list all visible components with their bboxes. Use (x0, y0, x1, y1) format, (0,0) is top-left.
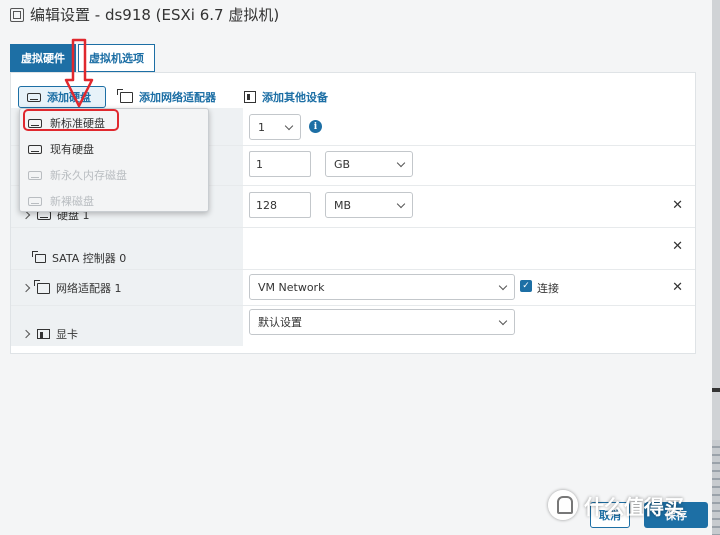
connect-label: 连接 (537, 280, 559, 296)
menu-item-label: 新永久内存磁盘 (50, 169, 127, 182)
disk-unit-value: MB (334, 198, 352, 212)
chevron-right-icon (21, 210, 31, 220)
sata-controller-label-text: SATA 控制器 0 (52, 252, 127, 265)
memory-unit-value: GB (334, 157, 351, 171)
disk-size-input[interactable]: 128 (249, 192, 311, 218)
network-adapter-label[interactable]: 网络适配器 1 (21, 279, 122, 296)
cpu-count-value: 1 (258, 120, 265, 134)
remove-sata-icon[interactable]: ✕ (672, 239, 683, 254)
network-adapter-icon (34, 279, 50, 294)
menu-item-label: 现有硬盘 (50, 143, 94, 156)
annotation-arrow-icon (64, 38, 94, 108)
add-other-device-button[interactable]: 添加其他设备 (236, 86, 336, 108)
info-icon[interactable]: i (309, 120, 322, 133)
network-adapter-label-text: 网络适配器 1 (56, 282, 122, 295)
memory-unit-select[interactable]: GB (325, 151, 413, 177)
network-value: VM Network (258, 280, 325, 294)
chevron-down-icon (498, 281, 508, 291)
connect-checkbox[interactable]: ✓ (520, 280, 532, 292)
edit-settings-dialog: 编辑设置 - ds918 (ESXi 6.7 虚拟机) 虚拟硬件 虚拟机选项 添… (0, 0, 712, 535)
add-network-adapter-button[interactable]: 添加网络适配器 (112, 86, 224, 108)
background-window-edge (712, 0, 720, 535)
sata-controller-label: SATA 控制器 0 (32, 250, 127, 266)
chevron-down-icon (284, 121, 294, 131)
background-list-slivers (712, 440, 720, 535)
hard-disk-icon (28, 144, 42, 154)
dialog-title-text: 编辑设置 - ds918 (ESXi 6.7 虚拟机) (30, 6, 280, 24)
disk-unit-select[interactable]: MB (325, 192, 413, 218)
video-card-row: 显卡 默认设置 (11, 306, 695, 346)
dialog-title: 编辑设置 - ds918 (ESXi 6.7 虚拟机) (10, 4, 279, 25)
video-settings-value: 默认设置 (258, 316, 302, 329)
add-other-label: 添加其他设备 (262, 91, 328, 104)
video-card-label-text: 显卡 (56, 328, 78, 341)
memory-size-input[interactable]: 1 (249, 151, 311, 177)
chevron-down-icon (396, 158, 406, 168)
network-select[interactable]: VM Network (249, 274, 515, 300)
annotation-highlight-box (23, 109, 119, 131)
controller-icon (32, 250, 46, 263)
menu-item-new-pmem-disk: 新永久内存磁盘 (28, 167, 127, 183)
watermark-text: 什么值得买 (584, 494, 684, 519)
cpu-count-select[interactable]: 1 (249, 114, 301, 140)
sata-controller-row: SATA 控制器 0 ✕ (11, 228, 695, 270)
hard-disk-icon (27, 92, 41, 102)
remove-network-icon[interactable]: ✕ (672, 280, 683, 295)
device-icon (244, 91, 256, 103)
network-adapter-row: 网络适配器 1 VM Network ✓ 连接 ✕ (11, 270, 695, 306)
video-settings-select[interactable]: 默认设置 (249, 309, 515, 335)
menu-item-new-raw-disk: 新裸磁盘 (28, 193, 94, 209)
watermark-logo-icon (548, 490, 578, 520)
network-adapter-icon (117, 88, 133, 103)
disk-size-value: 128 (256, 198, 277, 212)
hard-disk-icon (28, 196, 42, 206)
watermark: 什么值得买 (548, 490, 684, 520)
connect-label-text: 连接 (537, 282, 559, 295)
hard-disk-icon (28, 170, 42, 180)
menu-item-existing-disk[interactable]: 现有硬盘 (28, 141, 94, 157)
chevron-down-icon (498, 316, 508, 326)
memory-size-value: 1 (256, 157, 263, 171)
chevron-down-icon (396, 199, 406, 209)
add-network-label: 添加网络适配器 (139, 91, 216, 104)
chevron-right-icon (21, 283, 31, 293)
chevron-right-icon (21, 329, 31, 339)
video-card-label[interactable]: 显卡 (21, 326, 78, 342)
menu-item-label: 新裸磁盘 (50, 195, 94, 208)
background-divider (712, 388, 720, 392)
remove-disk-icon[interactable]: ✕ (672, 198, 683, 213)
vm-icon (10, 7, 24, 22)
monitor-icon (37, 329, 50, 339)
